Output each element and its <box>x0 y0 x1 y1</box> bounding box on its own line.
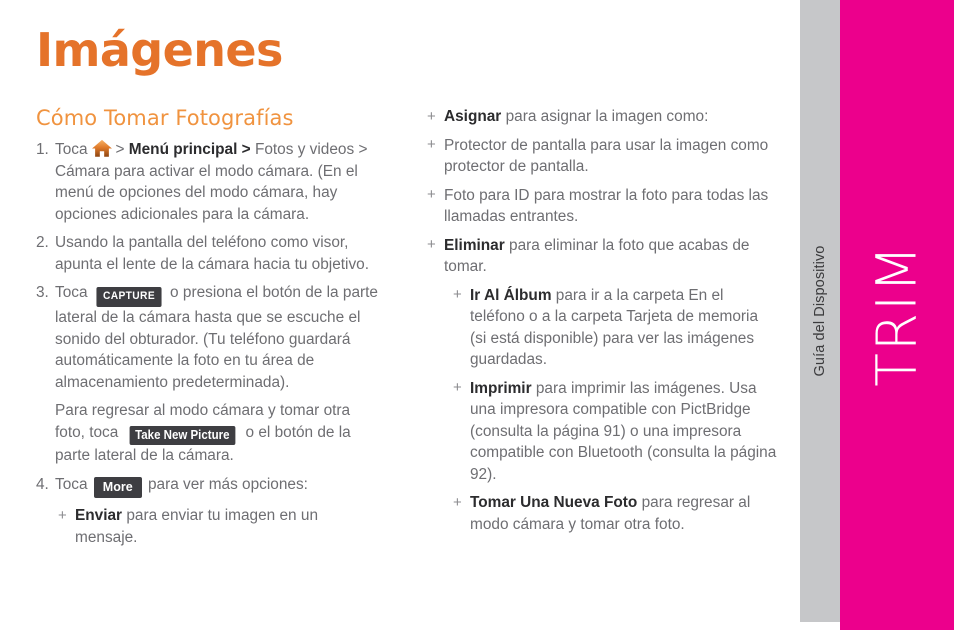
list-item-term: Tomar Una Nueva Foto <box>470 494 638 511</box>
list-item-step-3: 3. Toca CAPTURE o presiona el botón de la… <box>36 282 381 393</box>
list-item: + Eliminar para eliminar la foto que acab… <box>427 235 777 278</box>
plus-bullet-icon: + <box>427 107 436 125</box>
list-item-step-1: 1. Toca > Menú principal > Fotos y videos… <box>36 139 381 225</box>
capture-button[interactable]: CAPTURE <box>96 287 162 307</box>
plus-bullet-icon: + <box>427 136 436 153</box>
paragraph-retake: Para regresar al modo cámara y tomar otr… <box>36 400 381 467</box>
list-item-step-4: 4. Toca More para ver más opciones: <box>36 474 381 498</box>
list-item-term: Imprimir <box>470 379 532 397</box>
bullet-enviar-bold: Enviar <box>75 507 123 524</box>
home-icon <box>91 139 113 158</box>
plus-bullet-icon: + <box>453 493 462 511</box>
plus-bullet-icon: + <box>453 379 462 396</box>
list-item: + Foto para ID para mostrar la foto para … <box>427 185 777 228</box>
step-number: 3. <box>36 284 49 301</box>
page-title: Imágenes <box>36 23 283 77</box>
step-3-text-a: Toca <box>55 284 88 301</box>
list-item-term: Eliminar <box>444 236 505 254</box>
bullet-enviar: + Enviar para enviar tu imagen en un mens… <box>58 505 381 548</box>
right-column: + Asignar para asignar la imagen como: + Pr… <box>427 106 777 542</box>
step-2-text: Usando la pantalla del teléfono como vis… <box>55 234 370 273</box>
plus-bullet-icon: + <box>453 286 462 303</box>
more-button[interactable]: More <box>93 476 142 498</box>
plus-bullet-icon: + <box>427 236 436 253</box>
list-item: + Protector de pantalla para usar la imag… <box>427 135 777 178</box>
list-item: + Asignar para asignar la imagen como: <box>427 106 777 128</box>
brand-tab-label: TRIM <box>864 243 929 387</box>
plus-bullet-icon: + <box>58 506 67 524</box>
step-number: 1. <box>36 141 49 158</box>
list-item: + Ir Al Álbum para ir a la carpeta En el … <box>453 285 777 371</box>
document-page: Imágenes Cómo Tomar Fotografías 1. Toca >… <box>0 0 954 630</box>
list-item-text: para asignar la imagen como: <box>505 108 709 125</box>
left-column: 1. Toca > Menú principal > Fotos y videos… <box>36 139 381 555</box>
list-item: + Imprimir para imprimir las imágenes. Us… <box>453 378 777 486</box>
list-item-text: Protector de pantalla para usar la image… <box>444 136 769 176</box>
step-number: 4. <box>36 475 49 493</box>
guide-strip: Guía del Dispositivo <box>800 0 840 622</box>
list-item: + Tomar Una Nueva Foto para regresar al m… <box>453 492 777 535</box>
step-4-text-a: Toca <box>55 475 88 493</box>
brand-tab: TRIM <box>840 0 954 630</box>
guide-strip-label: Guía del Dispositivo <box>812 245 828 377</box>
step-1-chevron: > <box>115 141 129 158</box>
list-item-term: Ir Al Álbum <box>470 286 552 304</box>
section-subtitle: Cómo Tomar Fotografías <box>36 106 294 130</box>
list-item-step-2: 2. Usando la pantalla del teléfono como v… <box>36 232 381 275</box>
step-4-text-b: para ver más opciones: <box>147 475 308 493</box>
list-item-term: Asignar <box>444 108 502 125</box>
take-new-picture-button[interactable]: Take New Picture <box>129 425 235 445</box>
step-number: 2. <box>36 234 49 251</box>
plus-bullet-icon: + <box>427 186 436 203</box>
list-item-text: Foto para ID para mostrar la foto para t… <box>444 186 769 226</box>
step-1-bold: Menú principal > <box>128 141 251 158</box>
step-1-text-a: Toca <box>55 141 88 158</box>
